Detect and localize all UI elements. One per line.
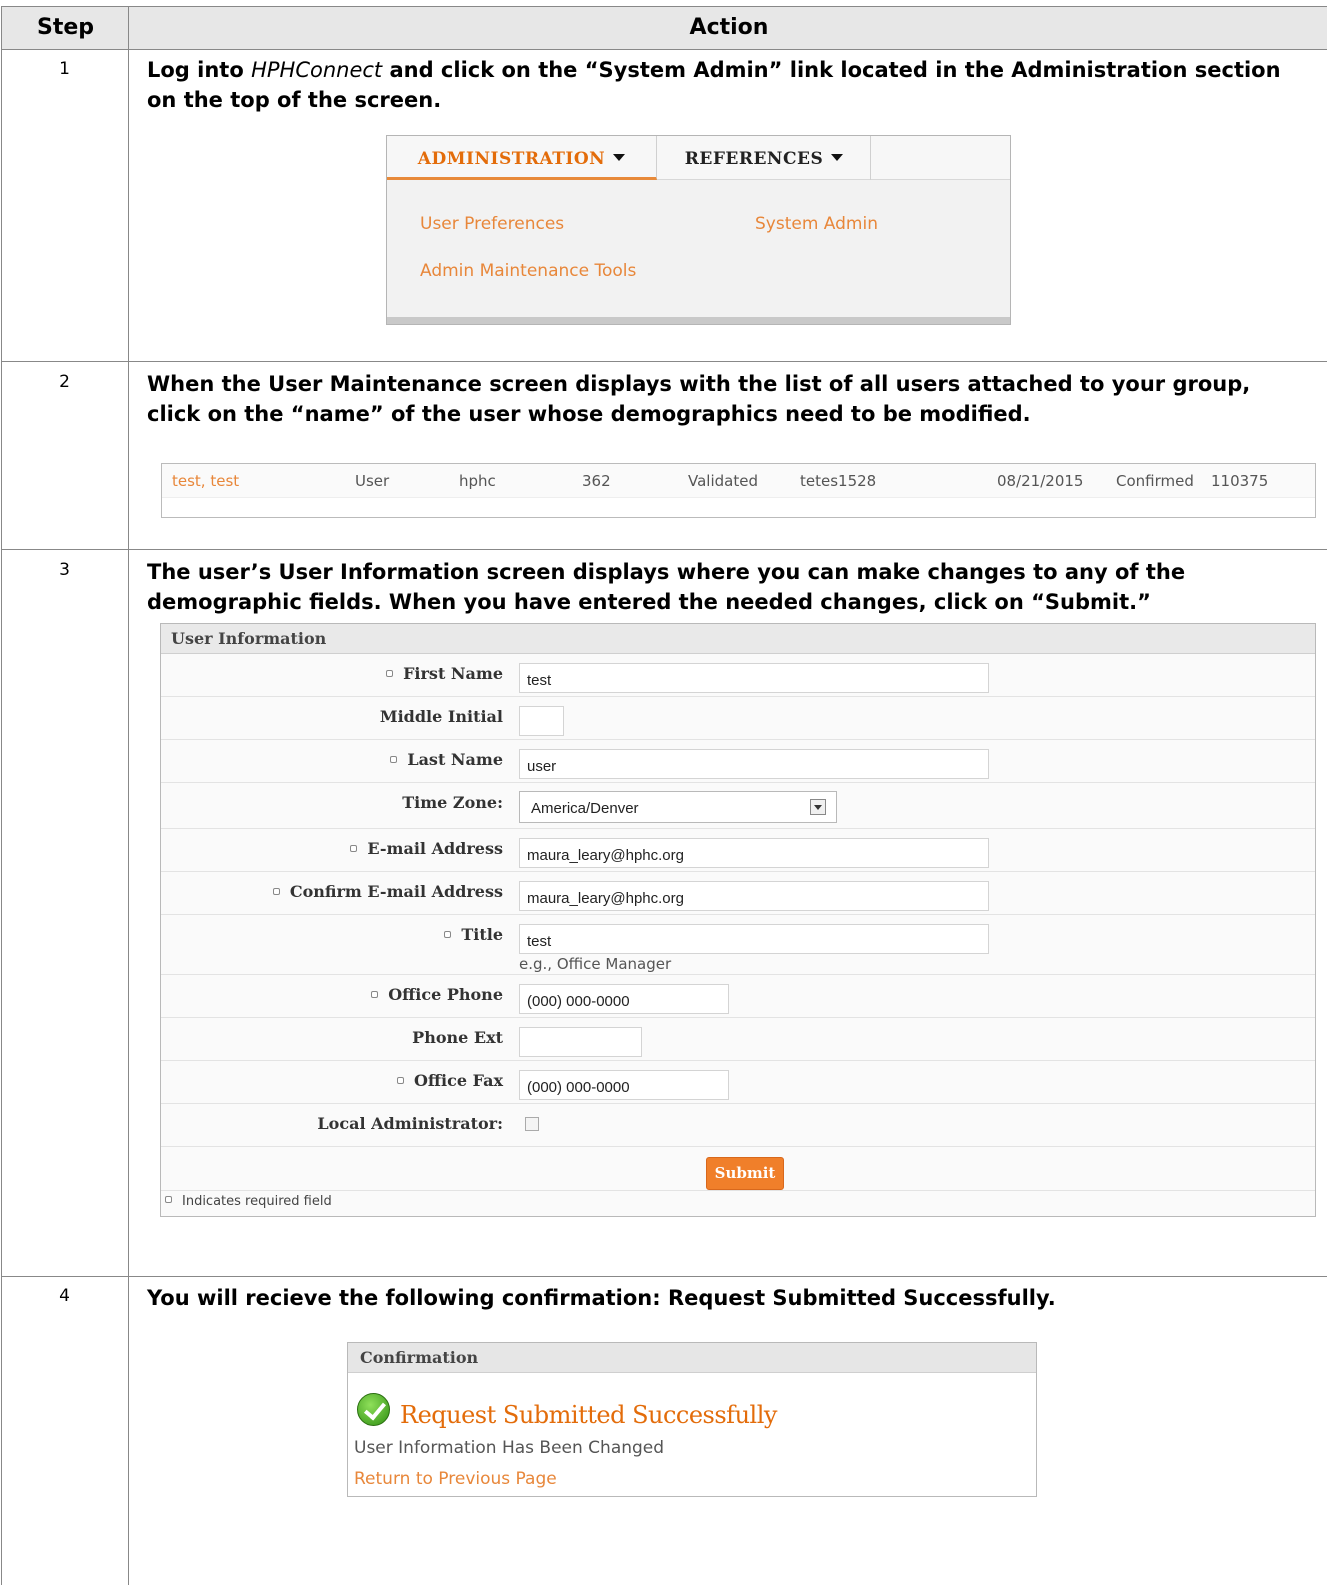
tab-administration[interactable]: ADMINISTRATION xyxy=(387,136,657,180)
administration-menu: ADMINISTRATION REFERENCES User Preferenc… xyxy=(386,135,1011,325)
step-number: 2 xyxy=(59,372,70,392)
email-input[interactable]: maura_leary@hphc.org xyxy=(519,838,989,868)
time-zone-row: Time Zone: America/Denver xyxy=(161,783,1315,829)
required-bullet-icon xyxy=(396,1077,404,1084)
user-status: Validated xyxy=(688,472,758,490)
confirm-email-row: Confirm E-mail Address maura_leary@hphc.… xyxy=(161,872,1315,915)
action-column-header: Action xyxy=(689,15,769,40)
required-bullet-icon xyxy=(386,670,394,677)
step-2-instruction: When the User Maintenance screen display… xyxy=(147,372,1251,426)
middle-initial-label: Middle Initial xyxy=(379,707,503,726)
user-confirm-status: Confirmed xyxy=(1116,472,1194,490)
tab-references[interactable]: REFERENCES xyxy=(658,136,871,180)
middle-initial-input[interactable] xyxy=(519,706,564,736)
office-phone-row: Office Phone (000) 000-0000 xyxy=(161,975,1315,1018)
user-id: 362 xyxy=(582,472,611,490)
confirmation-message: User Information Has Been Changed xyxy=(354,1438,665,1458)
product-name: HPHConnect xyxy=(251,58,383,82)
email-row: E-mail Address maura_leary@hphc.org xyxy=(161,829,1315,872)
user-name-link[interactable]: test, test xyxy=(172,472,239,490)
phone-ext-row: Phone Ext xyxy=(161,1018,1315,1061)
confirm-email-label: Confirm E-mail Address xyxy=(272,882,503,901)
first-name-label: First Name xyxy=(386,664,503,683)
phone-ext-label: Phone Ext xyxy=(412,1028,503,1047)
user-number: 110375 xyxy=(1211,472,1269,490)
user-information-form: User Information First Name test Middle … xyxy=(160,623,1316,1217)
required-bullet-icon xyxy=(444,931,452,938)
user-date: 08/21/2015 xyxy=(997,472,1084,490)
last-name-label: Last Name xyxy=(390,750,503,769)
local-admin-checkbox[interactable] xyxy=(525,1117,539,1131)
user-org: hphc xyxy=(459,472,496,490)
office-fax-label: Office Fax xyxy=(396,1071,503,1090)
step-number: 4 xyxy=(59,1286,70,1306)
submit-button[interactable]: Submit xyxy=(706,1157,784,1190)
dropdown-arrow-icon xyxy=(831,154,844,161)
success-check-icon xyxy=(357,1393,390,1426)
required-bullet-icon xyxy=(371,991,379,998)
user-role: User xyxy=(355,472,390,490)
first-name-row: First Name test xyxy=(161,654,1315,697)
step-1-instruction: Log into HPHConnect and click on the “Sy… xyxy=(147,58,1281,112)
office-fax-row: Office Fax (000) 000-0000 xyxy=(161,1061,1315,1104)
row-divider xyxy=(2,1276,1327,1277)
chevron-down-icon[interactable] xyxy=(810,799,826,815)
required-bullet-icon xyxy=(165,1196,172,1203)
last-name-row: Last Name user xyxy=(161,740,1315,783)
row-divider xyxy=(2,49,1327,50)
office-phone-label: Office Phone xyxy=(371,985,503,1004)
title-hint: e.g., Office Manager xyxy=(519,955,672,973)
confirmation-panel: Confirmation Request Submitted Successfu… xyxy=(347,1342,1037,1497)
required-bullet-icon xyxy=(350,845,358,852)
system-admin-link[interactable]: System Admin xyxy=(755,214,878,234)
return-to-previous-page-link[interactable]: Return to Previous Page xyxy=(354,1469,557,1489)
middle-initial-row: Middle Initial xyxy=(161,697,1315,740)
row-divider xyxy=(2,549,1327,550)
row-divider xyxy=(2,361,1327,362)
user-list-row: test, test User hphc 362 Validated tetes… xyxy=(161,463,1316,518)
first-name-input[interactable]: test xyxy=(519,663,989,693)
submit-row: Submit xyxy=(161,1147,1315,1191)
step-column-header: Step xyxy=(36,15,95,40)
time-zone-select[interactable]: America/Denver xyxy=(519,791,837,823)
time-zone-label: Time Zone: xyxy=(402,793,503,812)
title-input[interactable]: test xyxy=(519,924,989,954)
required-bullet-icon xyxy=(272,888,280,895)
office-fax-input[interactable]: (000) 000-0000 xyxy=(519,1070,729,1100)
admin-maintenance-tools-link[interactable]: Admin Maintenance Tools xyxy=(420,261,636,281)
step-3-instruction: The user’s User Information screen displ… xyxy=(147,560,1186,614)
local-admin-row: Local Administrator: xyxy=(161,1104,1315,1147)
step-number: 3 xyxy=(59,560,70,580)
user-username: tetes1528 xyxy=(800,472,877,490)
email-label: E-mail Address xyxy=(350,839,503,858)
title-row: Title test e.g., Office Manager xyxy=(161,915,1315,975)
dropdown-arrow-icon xyxy=(613,154,626,161)
local-admin-label: Local Administrator: xyxy=(317,1114,503,1133)
user-preferences-link[interactable]: User Preferences xyxy=(420,214,564,234)
step-4-instruction: You will recieve the following confirmat… xyxy=(147,1286,1056,1310)
required-field-note: Indicates required field xyxy=(165,1194,332,1209)
confirmation-title: Request Submitted Successfully xyxy=(400,1401,777,1429)
last-name-input[interactable]: user xyxy=(519,749,989,779)
table-header: Step Action xyxy=(2,7,1327,49)
confirm-email-input[interactable]: maura_leary@hphc.org xyxy=(519,881,989,911)
phone-ext-input[interactable] xyxy=(519,1027,642,1057)
step-number: 1 xyxy=(59,59,70,79)
office-phone-input[interactable]: (000) 000-0000 xyxy=(519,984,729,1014)
form-title: User Information xyxy=(161,624,1315,654)
menu-tab-bar: ADMINISTRATION REFERENCES xyxy=(387,136,1010,180)
title-label: Title xyxy=(444,925,503,944)
menu-footer-bar xyxy=(387,317,1010,324)
confirmation-header: Confirmation xyxy=(348,1343,1036,1373)
required-bullet-icon xyxy=(390,756,398,763)
column-divider xyxy=(128,7,129,1585)
